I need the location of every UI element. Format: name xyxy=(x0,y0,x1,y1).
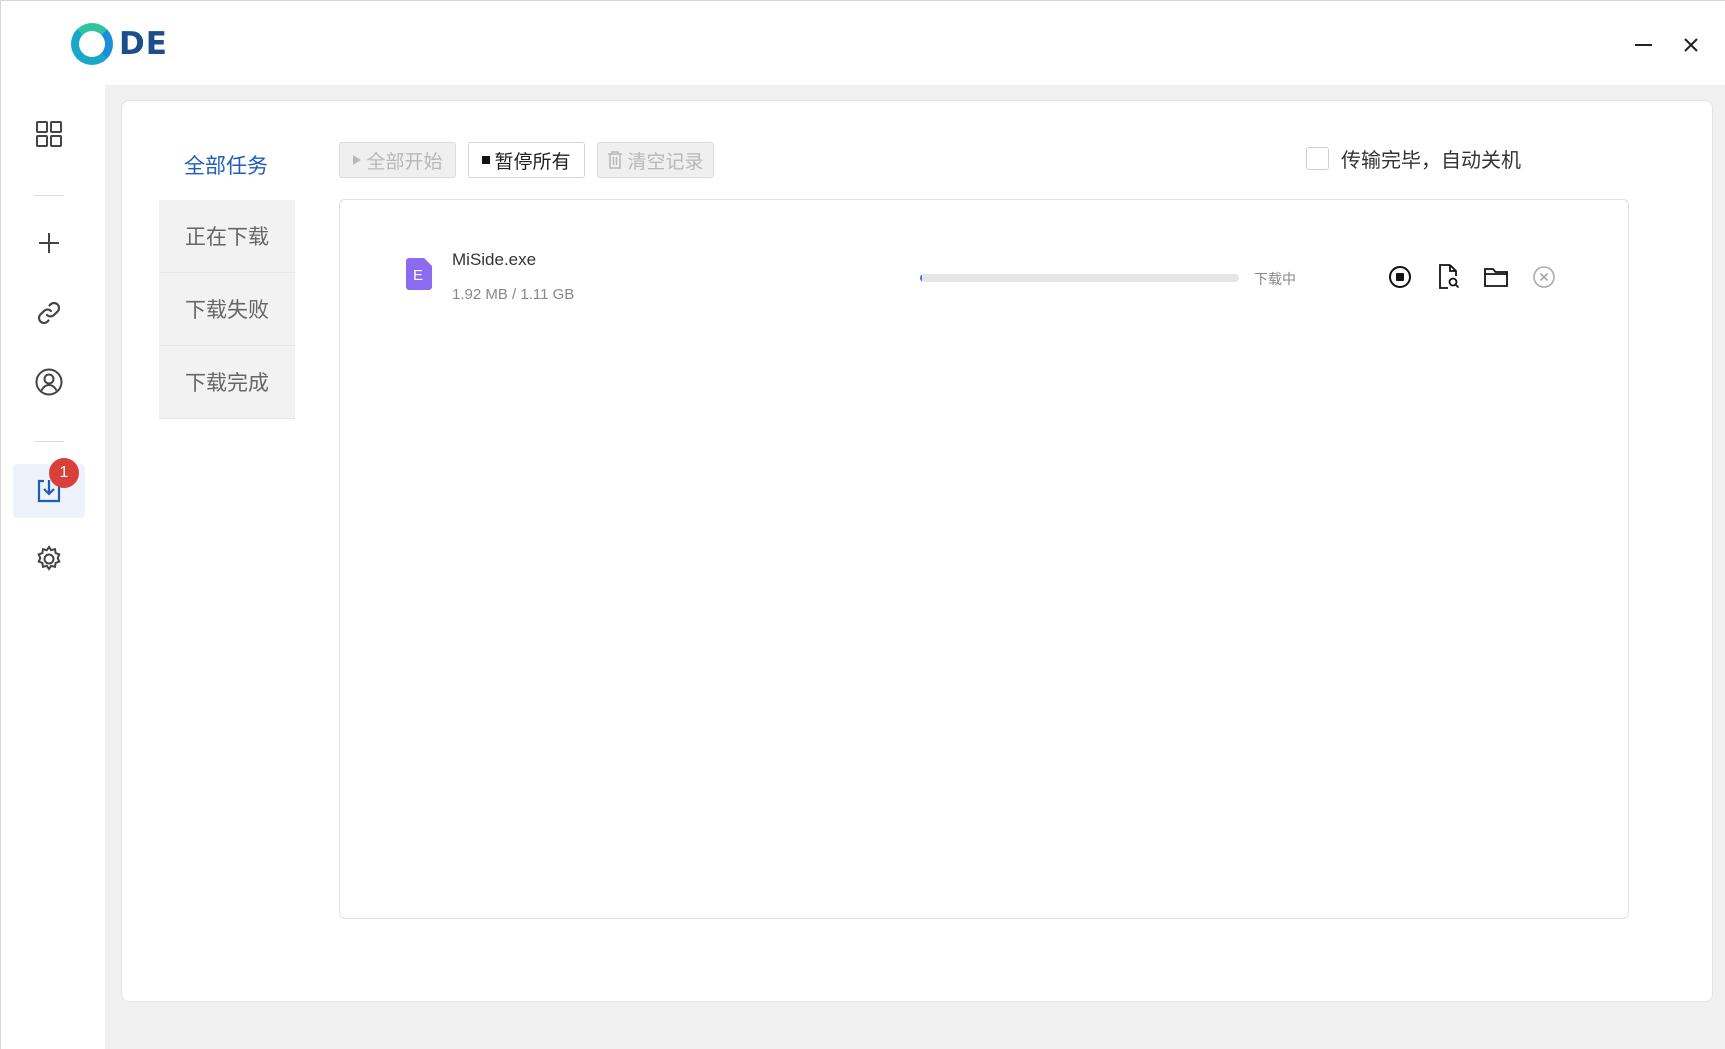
download-progress-fill xyxy=(920,274,922,282)
category-failed[interactable]: 下载失败 xyxy=(159,273,295,346)
close-circle-icon xyxy=(1533,266,1555,288)
file-name: MiSide.exe xyxy=(452,250,537,269)
minimize-button[interactable] xyxy=(1625,27,1661,63)
category-list: 正在下载 下载失败 下载完成 xyxy=(159,200,295,419)
app-logo: DE xyxy=(71,23,168,65)
close-icon xyxy=(1684,38,1698,52)
apps-grid-icon xyxy=(36,121,62,147)
rail-item-apps[interactable] xyxy=(13,107,85,161)
left-rail: 1 xyxy=(1,85,105,1049)
user-circle-icon xyxy=(35,368,63,396)
rail-item-new-task[interactable] xyxy=(13,216,85,270)
trash-icon xyxy=(608,151,623,169)
auto-shutdown-option[interactable]: 传输完毕，自动关机 xyxy=(1306,144,1521,173)
file-icon-letter: E xyxy=(413,267,423,284)
category-all-tasks[interactable]: 全部任务 xyxy=(159,137,293,193)
exe-file-icon: E xyxy=(406,258,432,290)
category-completed[interactable]: 下载完成 xyxy=(159,346,295,419)
file-search-icon xyxy=(1439,264,1460,289)
auto-shutdown-checkbox[interactable] xyxy=(1306,147,1329,170)
rail-item-link[interactable] xyxy=(13,286,85,340)
logo-ring-icon xyxy=(71,23,113,65)
start-all-label: 全部开始 xyxy=(366,150,443,173)
gear-icon xyxy=(37,545,61,571)
logo-text: DE xyxy=(119,26,168,62)
download-count-badge: 1 xyxy=(49,458,79,488)
pause-all-label: 暂停所有 xyxy=(494,150,571,173)
auto-shutdown-label: 传输完毕，自动关机 xyxy=(1341,148,1521,172)
stop-task-button[interactable] xyxy=(1385,262,1415,292)
rail-divider xyxy=(34,195,64,196)
close-button[interactable] xyxy=(1673,27,1709,63)
clear-records-label: 清空记录 xyxy=(627,150,704,173)
clear-records-button[interactable]: 清空记录 xyxy=(597,142,714,178)
minimize-icon xyxy=(1634,44,1652,46)
pause-all-button[interactable]: 暂停所有 xyxy=(468,142,585,178)
preview-file-button[interactable] xyxy=(1433,262,1463,292)
open-folder-button[interactable] xyxy=(1481,262,1511,292)
link-icon xyxy=(37,301,61,325)
rail-item-account[interactable] xyxy=(13,355,85,409)
task-row[interactable]: E MiSide.exe 1.92 MB / 1.11 GB 下载中 xyxy=(340,240,1628,310)
rail-divider xyxy=(34,441,64,442)
download-progress-bar xyxy=(920,274,1239,282)
start-all-button[interactable]: 全部开始 xyxy=(339,142,456,178)
file-size: 1.92 MB / 1.11 GB xyxy=(452,286,575,303)
stop-circle-icon xyxy=(1389,266,1411,288)
task-list: E MiSide.exe 1.92 MB / 1.11 GB 下载中 xyxy=(339,199,1629,919)
play-icon xyxy=(353,155,362,165)
download-status: 下载中 xyxy=(1254,272,1296,288)
rail-item-settings[interactable] xyxy=(13,532,85,586)
category-downloading[interactable]: 正在下载 xyxy=(159,200,295,273)
remove-task-button[interactable] xyxy=(1529,262,1559,292)
folder-icon xyxy=(1484,268,1508,287)
app-window: DE 1 全部任务 正在下载 下载失败 下载完成 全部开始 暂停所有 清空记录 … xyxy=(0,0,1725,1049)
title-bar: DE xyxy=(1,1,1725,85)
plus-icon xyxy=(39,233,59,253)
stop-square-icon xyxy=(482,156,491,164)
rail-item-downloads[interactable]: 1 xyxy=(13,458,85,518)
